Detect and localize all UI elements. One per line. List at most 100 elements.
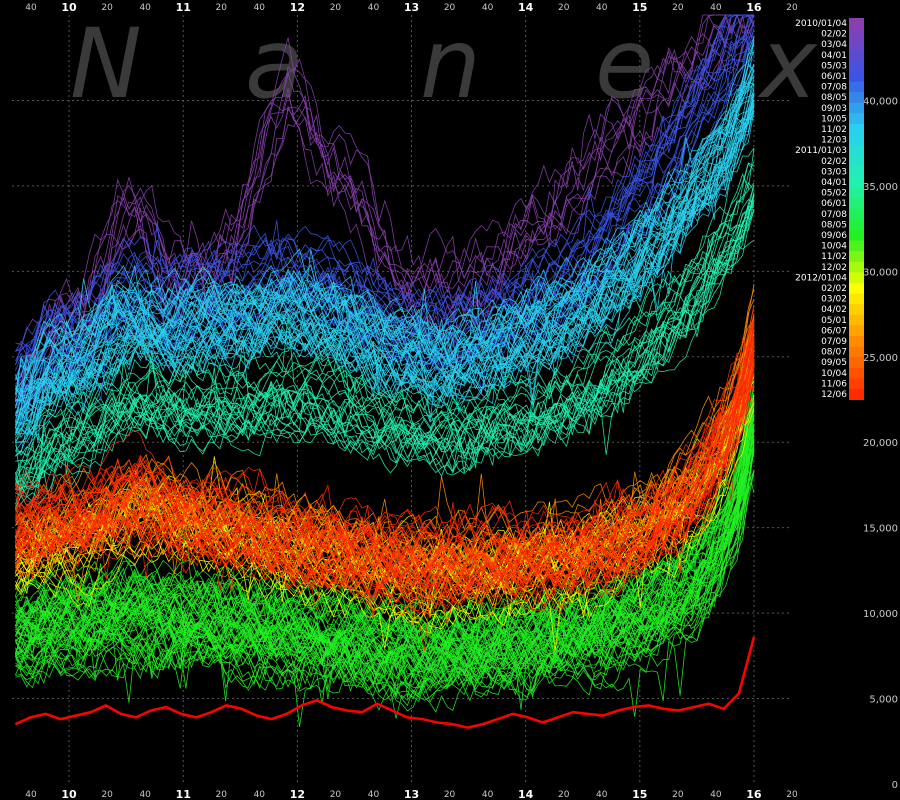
legend-swatch (849, 208, 864, 220)
legend-label: 2011/01/03 (795, 146, 847, 156)
legend-swatch (849, 240, 864, 252)
legend-label: 09/05 (821, 358, 847, 368)
legend-label: 07/09 (821, 337, 847, 347)
y-tick-label: 30,000 (863, 267, 898, 278)
legend-swatch (849, 230, 864, 241)
legend-swatch (849, 219, 864, 231)
legend-label: 03/02 (821, 295, 847, 305)
x-minor-tick-label: 20 (558, 3, 570, 13)
legend-label: 12/06 (821, 390, 847, 400)
x-minor-tick-label: 20 (672, 3, 684, 13)
legend-label: 12/03 (821, 136, 847, 146)
legend-label: 02/02 (821, 157, 847, 167)
legend-label: 12/02 (821, 263, 847, 273)
y-tick-label: 25,000 (863, 353, 898, 364)
legend-swatch (849, 389, 864, 400)
x-minor-tick-label: 20 (101, 790, 113, 800)
legend-label: 09/06 (821, 231, 847, 241)
x-minor-tick-label: 20 (330, 790, 342, 800)
legend-swatch (849, 145, 864, 157)
x-minor-tick-label: 40 (710, 3, 722, 13)
x-major-tick-label: 15 (632, 788, 647, 800)
legend-swatch (849, 81, 864, 93)
legend-label: 10/05 (821, 114, 847, 124)
legend-label: 03/03 (821, 167, 847, 177)
x-minor-tick-label: 40 (368, 3, 380, 13)
x-minor-tick-label: 40 (25, 790, 37, 800)
legend-label: 02/02 (821, 284, 847, 294)
x-axis-top: 10 11 12 13 14 15 16 40 20 40 20 40 20 40 20 40 20 40 20 40… (25, 1, 798, 14)
x-major-tick-label: 14 (518, 788, 534, 800)
legend-label: 06/01 (821, 199, 847, 209)
legend-swatch (849, 251, 864, 263)
x-major-tick-label: 10 (61, 788, 77, 800)
legend-swatch (849, 378, 864, 390)
x-major-tick-label: 16 (746, 788, 762, 800)
legend-swatch (849, 166, 864, 178)
x-major-tick-label: 11 (176, 1, 191, 14)
legend-swatch (849, 49, 864, 61)
x-major-tick-label: 12 (290, 788, 305, 800)
legend-label: 05/02 (821, 189, 847, 199)
x-minor-tick-label: 20 (786, 790, 798, 800)
x-major-tick-label: 11 (176, 788, 191, 800)
x-minor-tick-label: 40 (596, 790, 608, 800)
y-tick-label: 0 (892, 780, 898, 791)
legend-swatch (849, 325, 864, 337)
x-major-tick-label: 13 (404, 1, 419, 14)
legend-label: 04/01 (821, 51, 847, 61)
x-minor-tick-label: 40 (254, 3, 266, 13)
x-major-tick-label: 15 (632, 1, 647, 14)
x-minor-tick-label: 40 (139, 3, 151, 13)
legend-swatch (849, 60, 864, 72)
legend-swatch (849, 198, 864, 210)
legend-swatch (849, 102, 864, 114)
x-minor-tick-label: 40 (710, 790, 722, 800)
legend-label: 08/05 (821, 220, 847, 230)
x-minor-tick-label: 40 (368, 790, 380, 800)
x-minor-tick-label: 40 (482, 790, 494, 800)
legend-label: 03/04 (821, 40, 847, 50)
watermark-letter-2: a (245, 8, 304, 120)
legend-label: 04/02 (821, 305, 847, 315)
y-tick-label: 5,000 (869, 695, 898, 706)
x-minor-tick-label: 20 (330, 3, 342, 13)
x-minor-tick-label: 20 (444, 790, 456, 800)
legend-label: 08/07 (821, 348, 847, 358)
y-tick-label: 40,000 (863, 96, 898, 107)
legend-swatch (849, 113, 864, 125)
watermark-letter-4: e (595, 8, 654, 120)
legend-label: 2010/01/04 (795, 19, 847, 29)
y-tick-label: 35,000 (863, 182, 898, 193)
y-tick-label: 15,000 (863, 524, 898, 535)
x-minor-tick-label: 40 (596, 3, 608, 13)
legend-swatch (849, 18, 864, 29)
legend-label: 10/04 (821, 369, 847, 379)
x-minor-tick-label: 20 (672, 790, 684, 800)
legend-label: 11/02 (821, 252, 847, 262)
watermark-letter-3: n (420, 8, 481, 120)
x-major-tick-label: 10 (61, 1, 77, 14)
x-major-tick-label: 12 (290, 1, 305, 14)
legend-swatch (849, 28, 864, 40)
legend-label: 05/03 (821, 61, 847, 71)
x-minor-tick-label: 20 (558, 790, 570, 800)
legend-label: 02/02 (821, 30, 847, 40)
legend-label: 04/01 (821, 178, 847, 188)
legend-swatch (849, 336, 864, 347)
x-minor-tick-label: 40 (25, 3, 37, 13)
legend-label: 06/07 (821, 326, 847, 336)
legend-label: 05/01 (821, 316, 847, 326)
legend-swatch (849, 71, 864, 82)
x-minor-tick-label: 20 (101, 3, 113, 13)
watermark-letter-1: N (70, 8, 142, 120)
legend-swatch (849, 304, 864, 316)
legend-swatch (849, 261, 864, 273)
x-minor-tick-label: 40 (139, 790, 151, 800)
legend-label: 09/03 (821, 104, 847, 114)
line-chart: N a n e x 10 11 12 13 14 15 1640 20 40 20 40 20 40 20… (0, 0, 900, 800)
legend-label: 08/05 (821, 93, 847, 103)
x-major-tick-label: 16 (746, 1, 762, 14)
x-minor-tick-label: 20 (786, 3, 798, 13)
legend-swatch (849, 177, 864, 188)
